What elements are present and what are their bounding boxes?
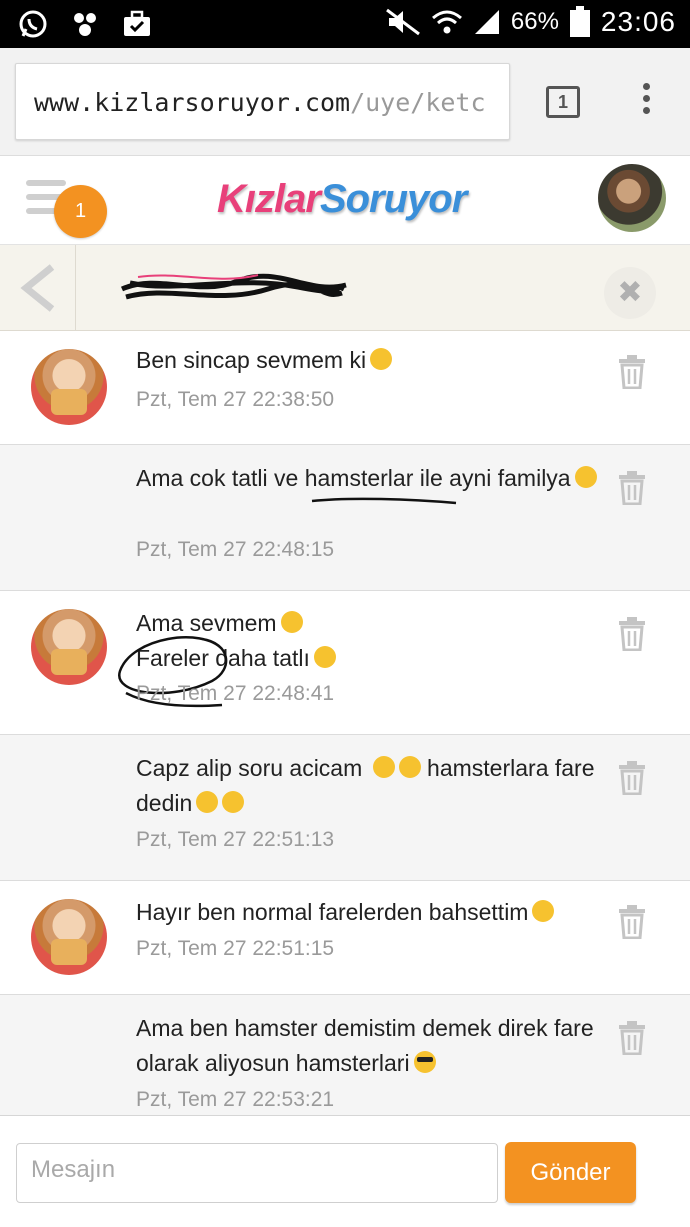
message-time: Pzt, Tem 27 22:51:13 (136, 828, 335, 851)
trash-icon[interactable] (617, 471, 647, 505)
trash-icon[interactable] (617, 1021, 647, 1055)
back-button[interactable] (0, 245, 76, 331)
trash-icon[interactable] (617, 761, 647, 795)
wifi-icon (431, 10, 462, 34)
notification-badge[interactable]: 1 (54, 185, 107, 238)
sunglasses-emoji-icon (413, 1051, 436, 1073)
message-time: Pzt, Tem 27 22:53:21 (136, 1088, 335, 1111)
status-bar: 66% 23:06 (0, 0, 690, 48)
unamused-emoji-icon (370, 348, 393, 370)
user-avatar[interactable] (598, 164, 666, 232)
browser-menu-button[interactable] (637, 83, 655, 123)
browser-toolbar: www.kizlarsoruyor.com/uye/ketc 1 (0, 48, 690, 156)
url-path: /uye/ketc (350, 88, 486, 117)
logo-part2: Soruyor (319, 177, 467, 221)
message-text: Ama cok tatli ve hamsterlar ile ayni fam… (136, 461, 606, 496)
close-conversation-button[interactable]: ✖ (604, 267, 656, 319)
trash-icon[interactable] (617, 355, 647, 389)
message-item: Capz alip soru acicam hamsterlara fare d… (0, 735, 690, 881)
laughing-emoji-icon (398, 756, 421, 778)
unamused-emoji-icon (280, 611, 303, 633)
laughing-emoji-icon (222, 791, 245, 813)
message-item: Ama cok tatli ve hamsterlar ile ayni fam… (0, 445, 690, 591)
message-item: Ben sincap sevmem ki Pzt, Tem 27 22:38:5… (0, 331, 690, 445)
battery-icon (569, 6, 590, 37)
clock: 23:06 (600, 6, 676, 37)
sender-avatar[interactable] (31, 609, 107, 685)
send-button[interactable]: Gönder (505, 1142, 636, 1203)
battery-percent: 66% (510, 8, 559, 35)
chevron-left-icon (20, 264, 55, 312)
redaction-scribble (120, 273, 347, 300)
message-text: Ben sincap sevmem ki (136, 343, 606, 378)
url-host: www.kizlarsoruyor.com (34, 88, 351, 117)
message-time: Pzt, Tem 27 22:51:15 (136, 937, 335, 960)
mute-icon (385, 8, 420, 36)
site-header: 1 KızlarSoruyor (0, 157, 690, 245)
site-logo[interactable]: KızlarSoruyor (217, 177, 467, 222)
relieved-emoji-icon (313, 646, 336, 668)
sender-avatar[interactable] (31, 899, 107, 975)
message-item: Ama ben hamster demistim demek direk far… (0, 995, 690, 1115)
laughing-emoji-icon (196, 791, 219, 813)
message-text: Capz alip soru acicam hamsterlara fare d… (136, 755, 595, 816)
sender-avatar[interactable] (31, 349, 107, 425)
laughing-emoji-icon (372, 756, 395, 778)
trash-icon[interactable] (617, 617, 647, 651)
url-bar[interactable]: www.kizlarsoruyor.com/uye/ketc (15, 63, 510, 140)
message-time: Pzt, Tem 27 22:48:41 (136, 682, 335, 705)
conversation-header (0, 245, 690, 331)
message-time: Pzt, Tem 27 22:48:15 (136, 538, 335, 561)
app-notification-icon (74, 13, 96, 36)
message-list: Ben sincap sevmem ki Pzt, Tem 27 22:38:5… (0, 331, 690, 1115)
message-time: Pzt, Tem 27 22:38:50 (136, 388, 335, 411)
message-composer: Gönder (0, 1115, 690, 1227)
trash-icon[interactable] (617, 905, 647, 939)
message-input[interactable] (16, 1143, 498, 1203)
whatsapp-icon (19, 10, 47, 38)
relieved-emoji-icon (574, 466, 597, 488)
tab-switcher-button[interactable]: 1 (546, 86, 580, 118)
message-text: Ama ben hamster demistim demek direk far… (136, 1015, 594, 1076)
message-item: Ama sevmem Fareler daha tatlı Pzt, Tem 27… (0, 591, 690, 735)
message-text: Hayır ben normal farelerden bahsettim (136, 895, 606, 930)
signal-icon (474, 10, 499, 34)
briefcase-check-icon (124, 10, 150, 36)
message-item: Hayır ben normal farelerden bahsettim Pz… (0, 881, 690, 995)
logo-part1: Kızlar (217, 177, 321, 221)
angry-emoji-icon (532, 900, 555, 922)
pen-underline (311, 497, 457, 505)
